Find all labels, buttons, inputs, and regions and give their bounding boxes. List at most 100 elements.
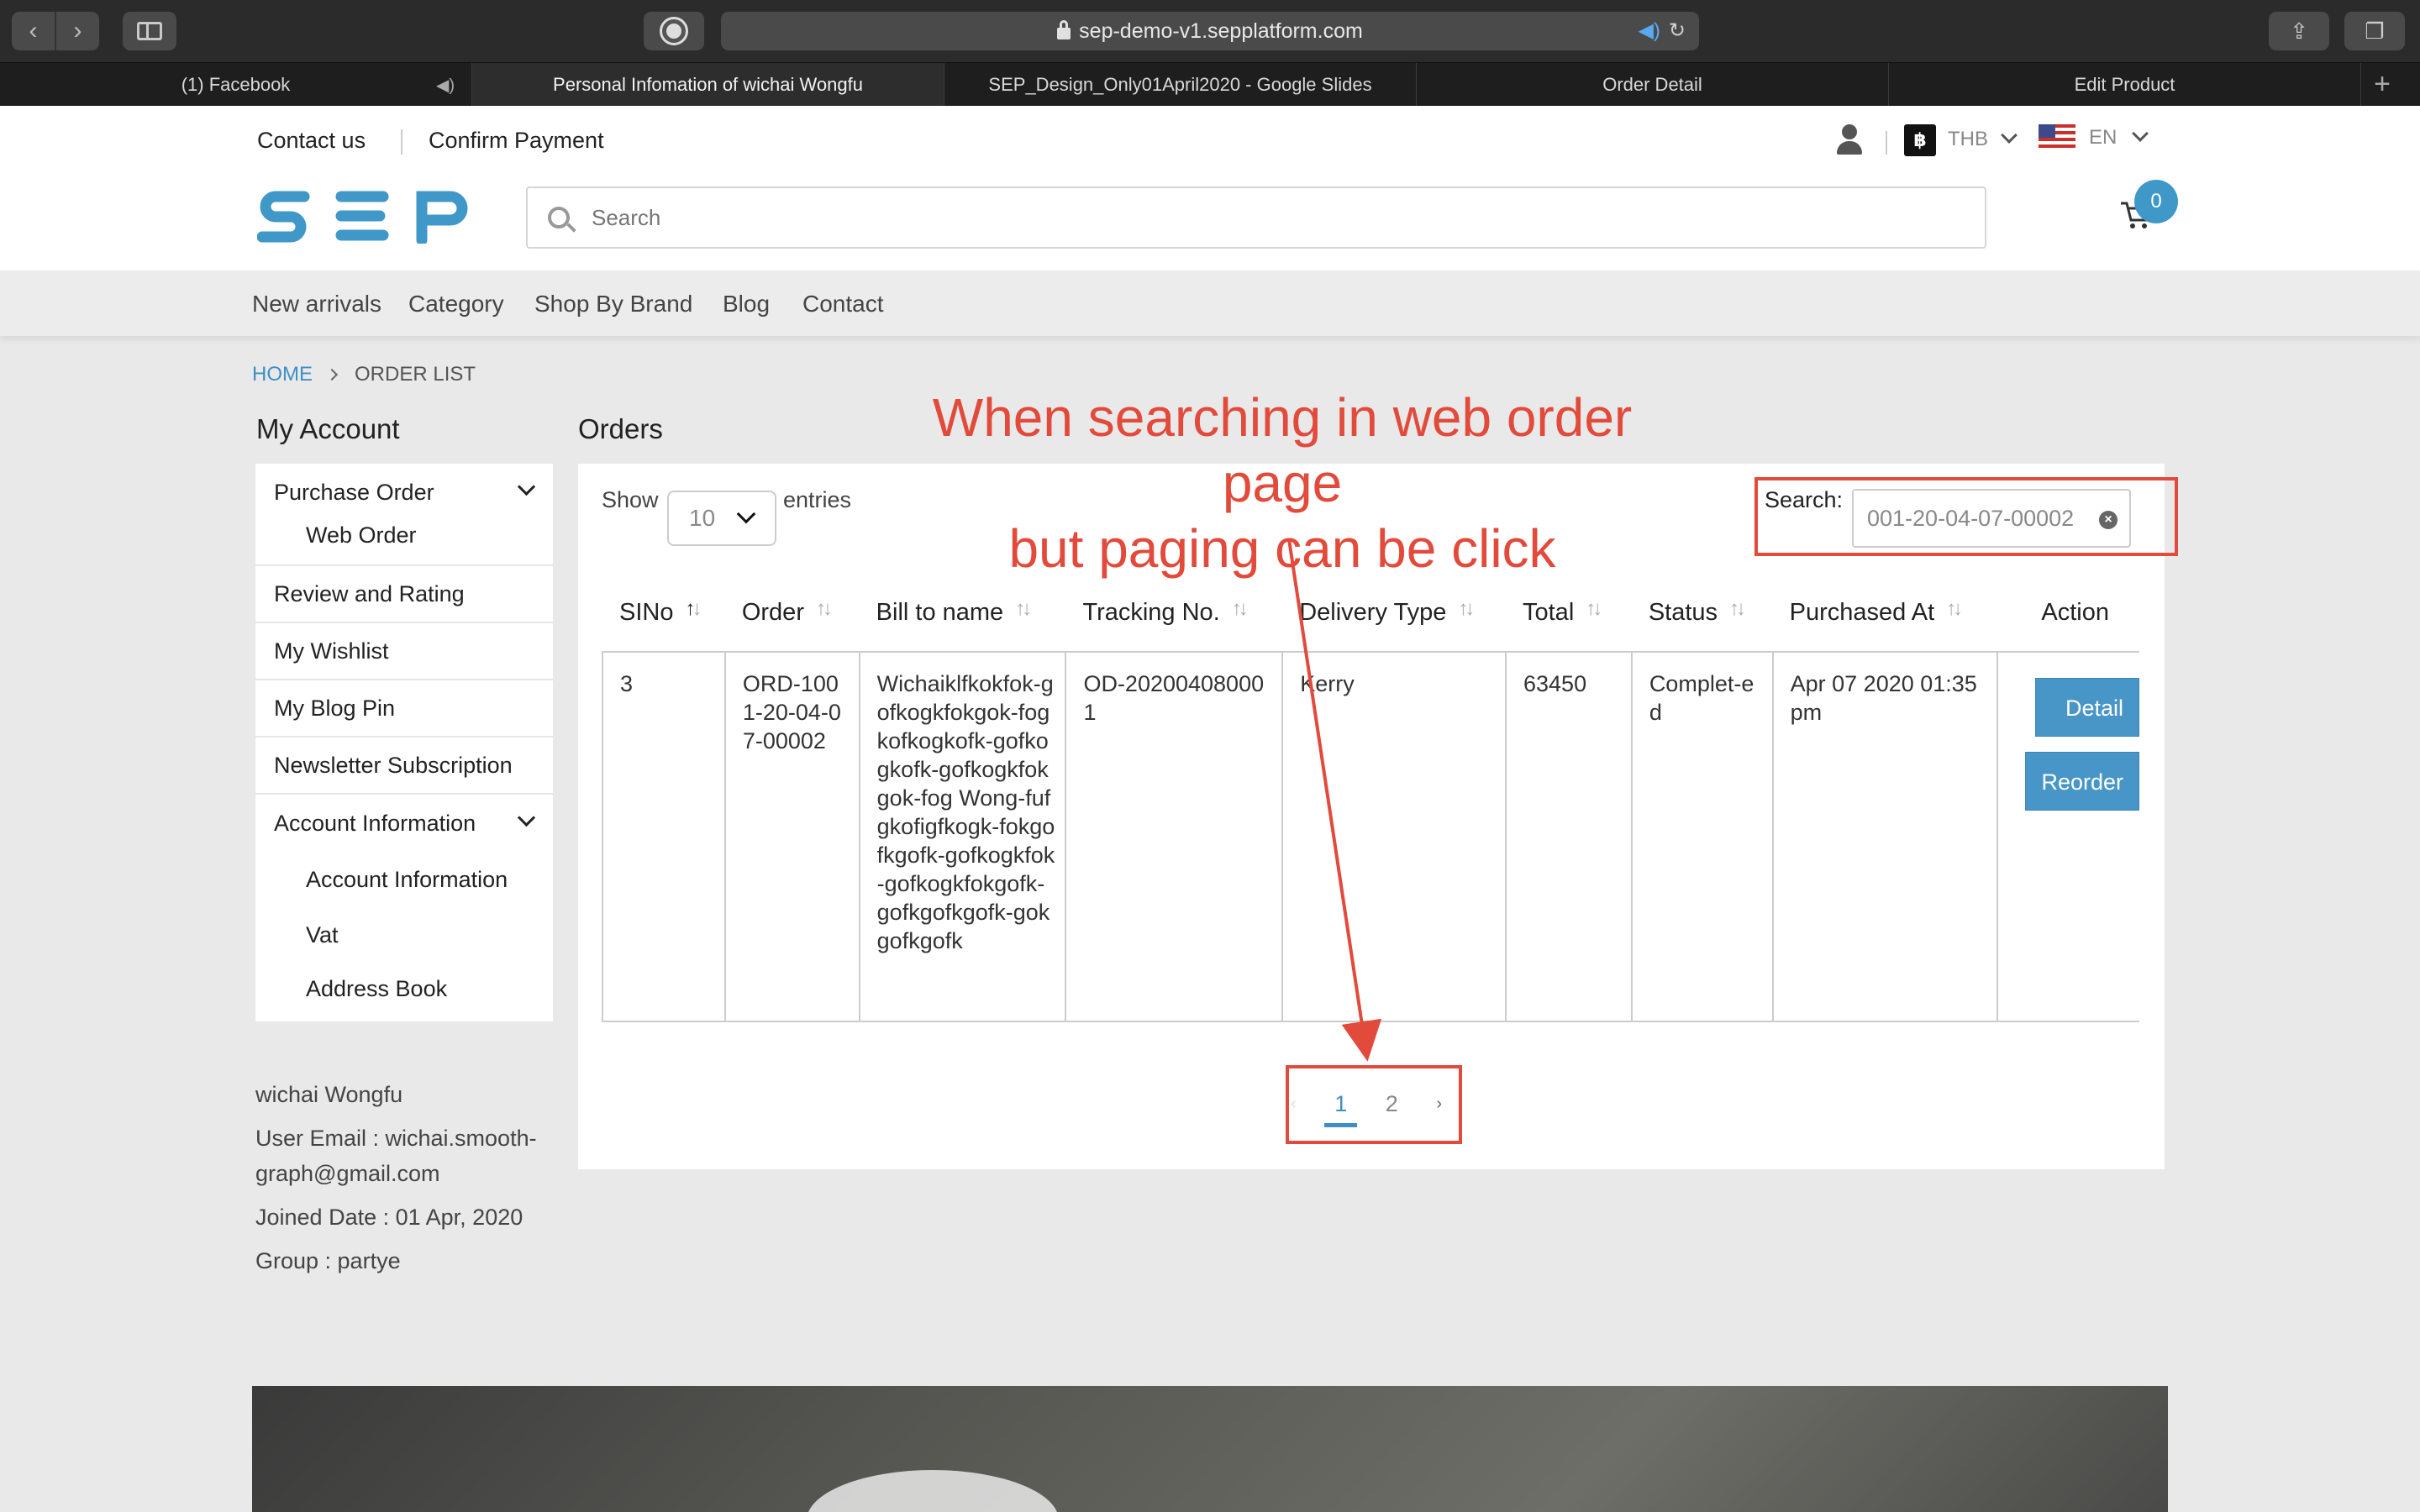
us-flag-icon — [2039, 124, 2075, 150]
my-account-heading: My Account — [256, 413, 400, 444]
chevron-down-icon[interactable] — [2132, 125, 2149, 142]
chevron-down-icon[interactable] — [2001, 127, 2018, 144]
col-order[interactable]: Order ↑↓ — [724, 575, 860, 653]
privacy-button[interactable] — [644, 12, 704, 50]
menu-contact[interactable]: Contact — [802, 291, 884, 318]
menu-review-rating[interactable]: Review and Rating — [255, 566, 553, 623]
tab-overview-button[interactable]: ❐ — [2344, 12, 2405, 50]
new-tab-button[interactable]: + — [2361, 63, 2403, 106]
column-label: Purchased At — [1789, 599, 1935, 626]
menu-blog-pin[interactable]: My Blog Pin — [255, 680, 553, 738]
col-purchased[interactable]: Purchased At ↑↓ — [1772, 575, 1998, 653]
column-label: Total — [1523, 599, 1575, 626]
column-label: SINo — [619, 599, 674, 626]
cell-tracking: OD-202004080001 — [1065, 652, 1284, 1022]
page-size-select[interactable]: 10 — [667, 491, 776, 546]
breadcrumb-home[interactable]: HOME — [252, 363, 313, 386]
sort-icon: ↑↓ — [1729, 597, 1746, 620]
menu-wishlist[interactable]: My Wishlist — [255, 623, 553, 680]
chevron-down-icon — [736, 504, 756, 524]
column-label: Status — [1648, 599, 1718, 626]
col-delivery[interactable]: Delivery Type ↑↓ — [1282, 575, 1506, 653]
lock-icon — [1057, 20, 1071, 39]
tab-label: (1) Facebook — [181, 74, 291, 95]
annotation-search-box — [1754, 477, 2178, 556]
table-row: 3 ORD-1001-20-04-07-00002 Wichaiklfkokfo… — [602, 652, 2139, 1022]
search-icon — [548, 207, 570, 228]
cell-delivery: Kerry — [1281, 652, 1507, 1022]
back-icon[interactable]: ‹ — [12, 12, 56, 50]
sort-icon: ↑↓ — [1586, 597, 1602, 620]
orders-table: SINo ↑↓ Order ↑↓ Bill to name ↑↓ Tracking N… — [602, 575, 2139, 1022]
forward-icon[interactable]: › — [56, 12, 99, 50]
chevron-right-icon — [325, 368, 339, 381]
account-menu: Purchase Order Web Order Review and Rati… — [255, 464, 553, 1021]
menu-newsletter[interactable]: Newsletter Subscription — [255, 738, 553, 795]
site-search-input[interactable] — [592, 204, 1852, 231]
confirm-payment-link[interactable]: Confirm Payment — [429, 128, 604, 154]
menu-purchase-order[interactable]: Purchase Order — [255, 464, 553, 521]
user-profile: wichai Wongfu User Email : wichai.smooth… — [255, 1077, 541, 1287]
plus-icon: + — [2374, 68, 2391, 100]
tab-personal-info[interactable]: Personal Infomation of wichai Wongfu — [472, 63, 944, 107]
menu-shop-by-brand[interactable]: Shop By Brand — [534, 291, 692, 318]
tab-facebook[interactable]: (1) Facebook ◀) — [0, 63, 472, 107]
col-bill-to[interactable]: Bill to name ↑↓ — [859, 575, 1066, 653]
speaker-icon[interactable]: ◀) — [1638, 19, 1660, 42]
user-icon[interactable] — [1835, 124, 1864, 156]
menu-account-information-sub[interactable]: Account Information — [255, 852, 553, 907]
sort-icon: ↑↓ — [815, 597, 833, 620]
col-sino[interactable]: SINo ↑↓ — [602, 575, 725, 653]
col-tracking[interactable]: Tracking No. ↑↓ — [1065, 575, 1283, 653]
sort-icon: ↑↓ — [1458, 597, 1475, 620]
menu-category[interactable]: Category — [408, 291, 504, 318]
promo-banner-image — [252, 1386, 2168, 1512]
menu-vat[interactable]: Vat — [255, 907, 553, 963]
cell-status: Complet-ed — [1630, 652, 1774, 1022]
tab-bar: (1) Facebook ◀) Personal Infomation of wi… — [0, 62, 2420, 107]
menu-new-arrivals[interactable]: New arrivals — [252, 291, 381, 318]
tab-order-detail[interactable]: Order Detail — [1417, 63, 1889, 107]
tab-google-slides[interactable]: SEP_Design_Only01April2020 - Google Slid… — [944, 63, 1417, 107]
user-group: Group : partye — [255, 1248, 401, 1273]
sort-icon: ↑↓ — [1231, 597, 1249, 620]
sep-logo[interactable] — [257, 188, 471, 244]
col-total[interactable]: Total ↑↓ — [1506, 575, 1632, 653]
column-label: Order — [741, 599, 804, 626]
site-header: Contact us Confirm Payment ฿ THB EN 0 — [0, 106, 2420, 270]
share-button[interactable]: ⇪ — [2269, 12, 2329, 50]
reorder-button[interactable]: Reorder — [2025, 752, 2139, 811]
annotation-text: When searching in web order page but pag… — [871, 385, 1694, 581]
menu-web-order[interactable]: Web Order — [255, 521, 553, 564]
menu-blog[interactable]: Blog — [723, 291, 770, 318]
column-label: Delivery Type — [1299, 599, 1447, 626]
history-buttons: ‹ › — [12, 12, 99, 50]
sidebar-toggle-button[interactable] — [123, 12, 176, 50]
sidebar-icon — [137, 22, 162, 40]
cart-count-badge: 0 — [2134, 180, 2178, 223]
tab-label: Order Detail — [1602, 74, 1702, 95]
reload-icon[interactable]: ↻ — [1669, 19, 1686, 42]
menu-account-information[interactable]: Account Information — [255, 795, 553, 852]
col-status[interactable]: Status ↑↓ — [1631, 575, 1773, 653]
contact-us-link[interactable]: Contact us — [257, 128, 366, 154]
annotation-pager-box — [1286, 1065, 1462, 1144]
site-search-bar[interactable] — [526, 186, 1986, 249]
cell-sino: 3 — [602, 652, 726, 1022]
menu-label: Purchase Order — [274, 479, 434, 505]
language-selector[interactable]: EN — [2089, 126, 2117, 150]
cell-action: Detail Reorder — [1996, 652, 2139, 1022]
detail-button[interactable]: Detail — [2035, 678, 2139, 737]
column-label: Bill to name — [876, 599, 1004, 626]
menu-address-book[interactable]: Address Book — [255, 963, 553, 1021]
share-icon: ⇪ — [2290, 18, 2308, 44]
speaker-icon[interactable]: ◀) — [436, 75, 455, 96]
divider — [401, 129, 402, 155]
user-email: User Email : wichai.smooth-graph@gmail.c… — [255, 1126, 537, 1186]
col-action: Action — [1997, 575, 2139, 653]
user-name: wichai Wongfu — [255, 1082, 403, 1107]
currency-selector[interactable]: THB — [1948, 128, 1988, 151]
address-bar[interactable]: sep-demo-v1.sepplatform.com ◀) ↻ — [721, 12, 1699, 50]
tab-edit-product[interactable]: Edit Product — [1889, 63, 2361, 107]
sort-icon: ↑↓ — [1946, 597, 1963, 620]
